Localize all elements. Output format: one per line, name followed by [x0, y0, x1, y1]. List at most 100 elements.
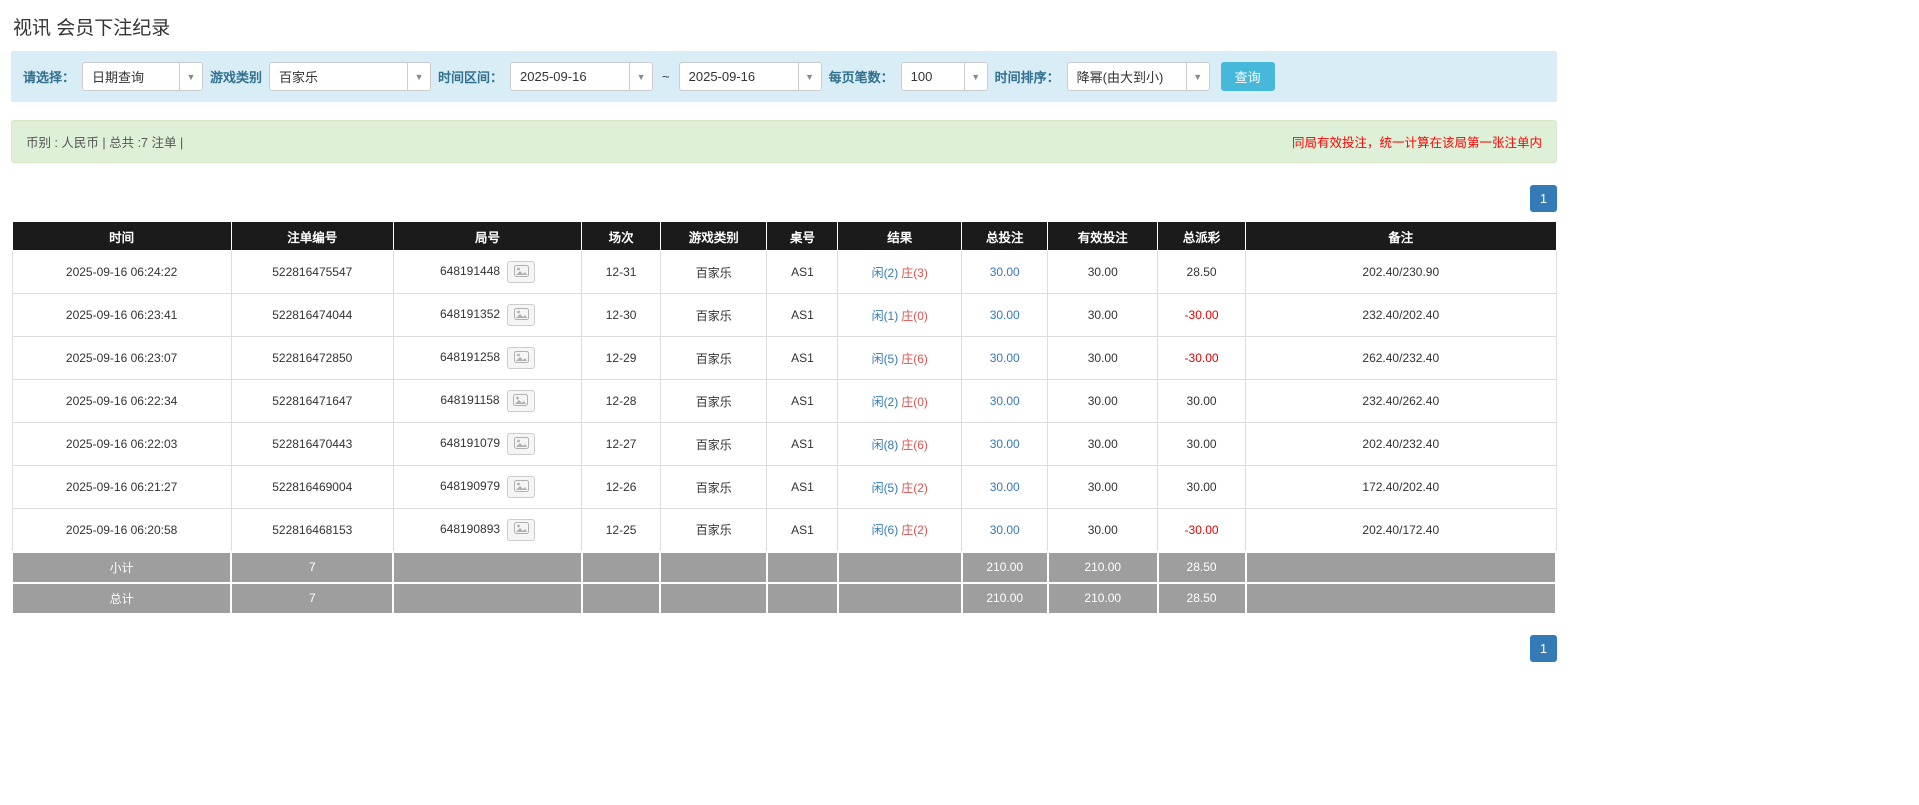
table-row: 2025-09-16 06:22:03 522816470443 6481910… [11, 422, 1557, 466]
cell-result: 闲(5) 庄(6) [837, 336, 962, 380]
replay-button[interactable] [507, 518, 536, 541]
video-icon [513, 522, 529, 537]
chevron-down-icon[interactable]: ▼ [179, 63, 203, 90]
cell-table-no: AS1 [766, 336, 839, 380]
cell-game-type: 百家乐 [659, 422, 768, 466]
table-row: 2025-09-16 06:24:22 522816475547 6481914… [11, 250, 1557, 294]
cell-valid-bet: 30.00 [1047, 336, 1159, 380]
cell-bet-id: 522816470443 [230, 422, 394, 466]
subtotal-label: 小计 [10, 550, 233, 584]
video-icon [513, 479, 529, 495]
chevron-down-icon[interactable]: ▼ [407, 63, 431, 90]
range-tilde: ~ [662, 69, 670, 84]
cell-time: 2025-09-16 06:22:34 [11, 379, 232, 423]
header-payout: 总派彩 [1157, 221, 1247, 251]
per-page-label: 每页笔数： [828, 70, 894, 85]
table-row: 2025-09-16 06:23:07 522816472850 6481912… [11, 336, 1557, 380]
per-page-select[interactable]: 100 ▼ [900, 62, 988, 91]
page-1-button[interactable]: 1 [1530, 634, 1557, 662]
date-from-value: 2025-09-16 [520, 69, 587, 84]
cell-payout: -30.00 [1157, 293, 1247, 337]
date-to-value: 2025-09-16 [688, 69, 756, 84]
replay-button[interactable] [507, 433, 536, 455]
game-type-select[interactable]: 百家乐 ▼ [269, 62, 432, 91]
result-player: 闲(5) [871, 480, 899, 495]
pagination-bottom: 1 [11, 634, 1557, 662]
subtotal-payout: 28.50 [1156, 550, 1247, 584]
total-bet-link[interactable]: 30.00 [990, 265, 1020, 279]
cell-note: 202.40/232.40 [1245, 422, 1557, 466]
date-type-select[interactable]: 日期查询 ▼ [82, 62, 204, 91]
header-session: 场次 [581, 221, 661, 251]
cell-time: 2025-09-16 06:23:41 [11, 293, 232, 337]
header-game-type: 游戏类别 [659, 221, 768, 251]
total-row: 总计 7 210.00 210.00 28.50 [10, 581, 1558, 615]
date-to-select[interactable]: 2025-09-16 ▼ [678, 62, 822, 91]
cell-payout: -30.00 [1157, 508, 1247, 552]
replay-button[interactable] [507, 261, 536, 283]
cell-payout: 30.00 [1157, 379, 1247, 423]
cell-game-type: 百家乐 [659, 508, 768, 552]
replay-button[interactable] [506, 390, 535, 412]
cell-bet-id: 522816472850 [230, 336, 394, 380]
cell-game-type: 百家乐 [659, 293, 768, 337]
cell-game-type: 百家乐 [659, 336, 768, 380]
video-icon [513, 393, 529, 409]
cell-time: 2025-09-16 06:24:22 [11, 250, 232, 294]
total-bet-link[interactable]: 30.00 [990, 437, 1020, 451]
total-count: 7 [230, 581, 395, 615]
date-from-select[interactable]: 2025-09-16 ▼ [510, 62, 654, 91]
total-bet-link[interactable]: 30.00 [990, 523, 1020, 537]
total-bet-link[interactable]: 30.00 [990, 480, 1020, 494]
cell-session: 12-31 [581, 250, 661, 294]
cell-valid-bet: 30.00 [1047, 508, 1159, 552]
payout-value: 28.50 [1186, 265, 1217, 279]
cell-table-no: AS1 [766, 465, 839, 509]
replay-button[interactable] [507, 304, 536, 326]
replay-button[interactable] [507, 476, 536, 498]
cell-game-type: 百家乐 [659, 250, 768, 294]
result-player: 闲(8) [871, 437, 899, 452]
result-player: 闲(2) [871, 394, 899, 409]
header-round: 局号 [392, 221, 583, 251]
result-banker: 庄(2) [901, 523, 928, 538]
chevron-down-icon[interactable]: ▼ [629, 63, 653, 90]
cell-game-type: 百家乐 [659, 465, 768, 509]
summary-currency-count: 币别 : 人民币 | 总共 :7 注单 | [26, 136, 184, 150]
replay-button[interactable] [507, 347, 536, 369]
chevron-down-icon[interactable]: ▼ [963, 63, 987, 90]
game-type-value: 百家乐 [279, 70, 319, 85]
header-bet-id: 注单编号 [230, 221, 394, 251]
video-icon [513, 307, 529, 323]
table-header-row: 时间 注单编号 局号 场次 游戏类别 桌号 结果 总投注 有效投注 总派彩 备注 [11, 221, 1557, 251]
subtotal-count: 7 [230, 550, 395, 584]
cell-payout: 30.00 [1157, 422, 1247, 466]
header-total-bet: 总投注 [960, 221, 1049, 251]
chevron-down-icon[interactable]: ▼ [1185, 63, 1209, 90]
cell-result: 闲(8) 庄(6) [837, 422, 962, 466]
cell-table-no: AS1 [766, 293, 839, 337]
cell-valid-bet: 30.00 [1047, 379, 1159, 423]
cell-time: 2025-09-16 06:21:27 [11, 465, 232, 509]
total-bet-link[interactable]: 30.00 [990, 308, 1020, 322]
cell-result: 闲(2) 庄(3) [837, 250, 962, 294]
payout-value: 30.00 [1186, 394, 1217, 408]
summary-notice: 同局有效投注，统一计算在该局第一张注单内 [1291, 136, 1542, 150]
cell-bet-id: 522816471647 [230, 379, 394, 423]
header-result: 结果 [837, 221, 962, 251]
result-player: 闲(1) [871, 308, 899, 323]
search-button[interactable]: 查询 [1220, 62, 1275, 91]
chevron-down-icon[interactable]: ▼ [797, 63, 821, 90]
total-bet-link[interactable]: 30.00 [990, 351, 1020, 365]
cell-payout: -30.00 [1157, 336, 1247, 380]
cell-total-bet: 30.00 [960, 336, 1049, 380]
cell-total-bet: 30.00 [960, 422, 1049, 466]
cell-bet-id: 522816469004 [230, 465, 394, 509]
cell-table-no: AS1 [766, 379, 839, 423]
cell-time: 2025-09-16 06:23:07 [11, 336, 232, 380]
total-bet-link[interactable]: 30.00 [990, 394, 1020, 408]
page-1-button[interactable]: 1 [1530, 185, 1557, 212]
result-player: 闲(2) [871, 265, 899, 280]
sort-select[interactable]: 降幂(由大到小) ▼ [1066, 62, 1210, 91]
table-row: 2025-09-16 06:20:58 522816468153 6481908… [11, 508, 1557, 552]
